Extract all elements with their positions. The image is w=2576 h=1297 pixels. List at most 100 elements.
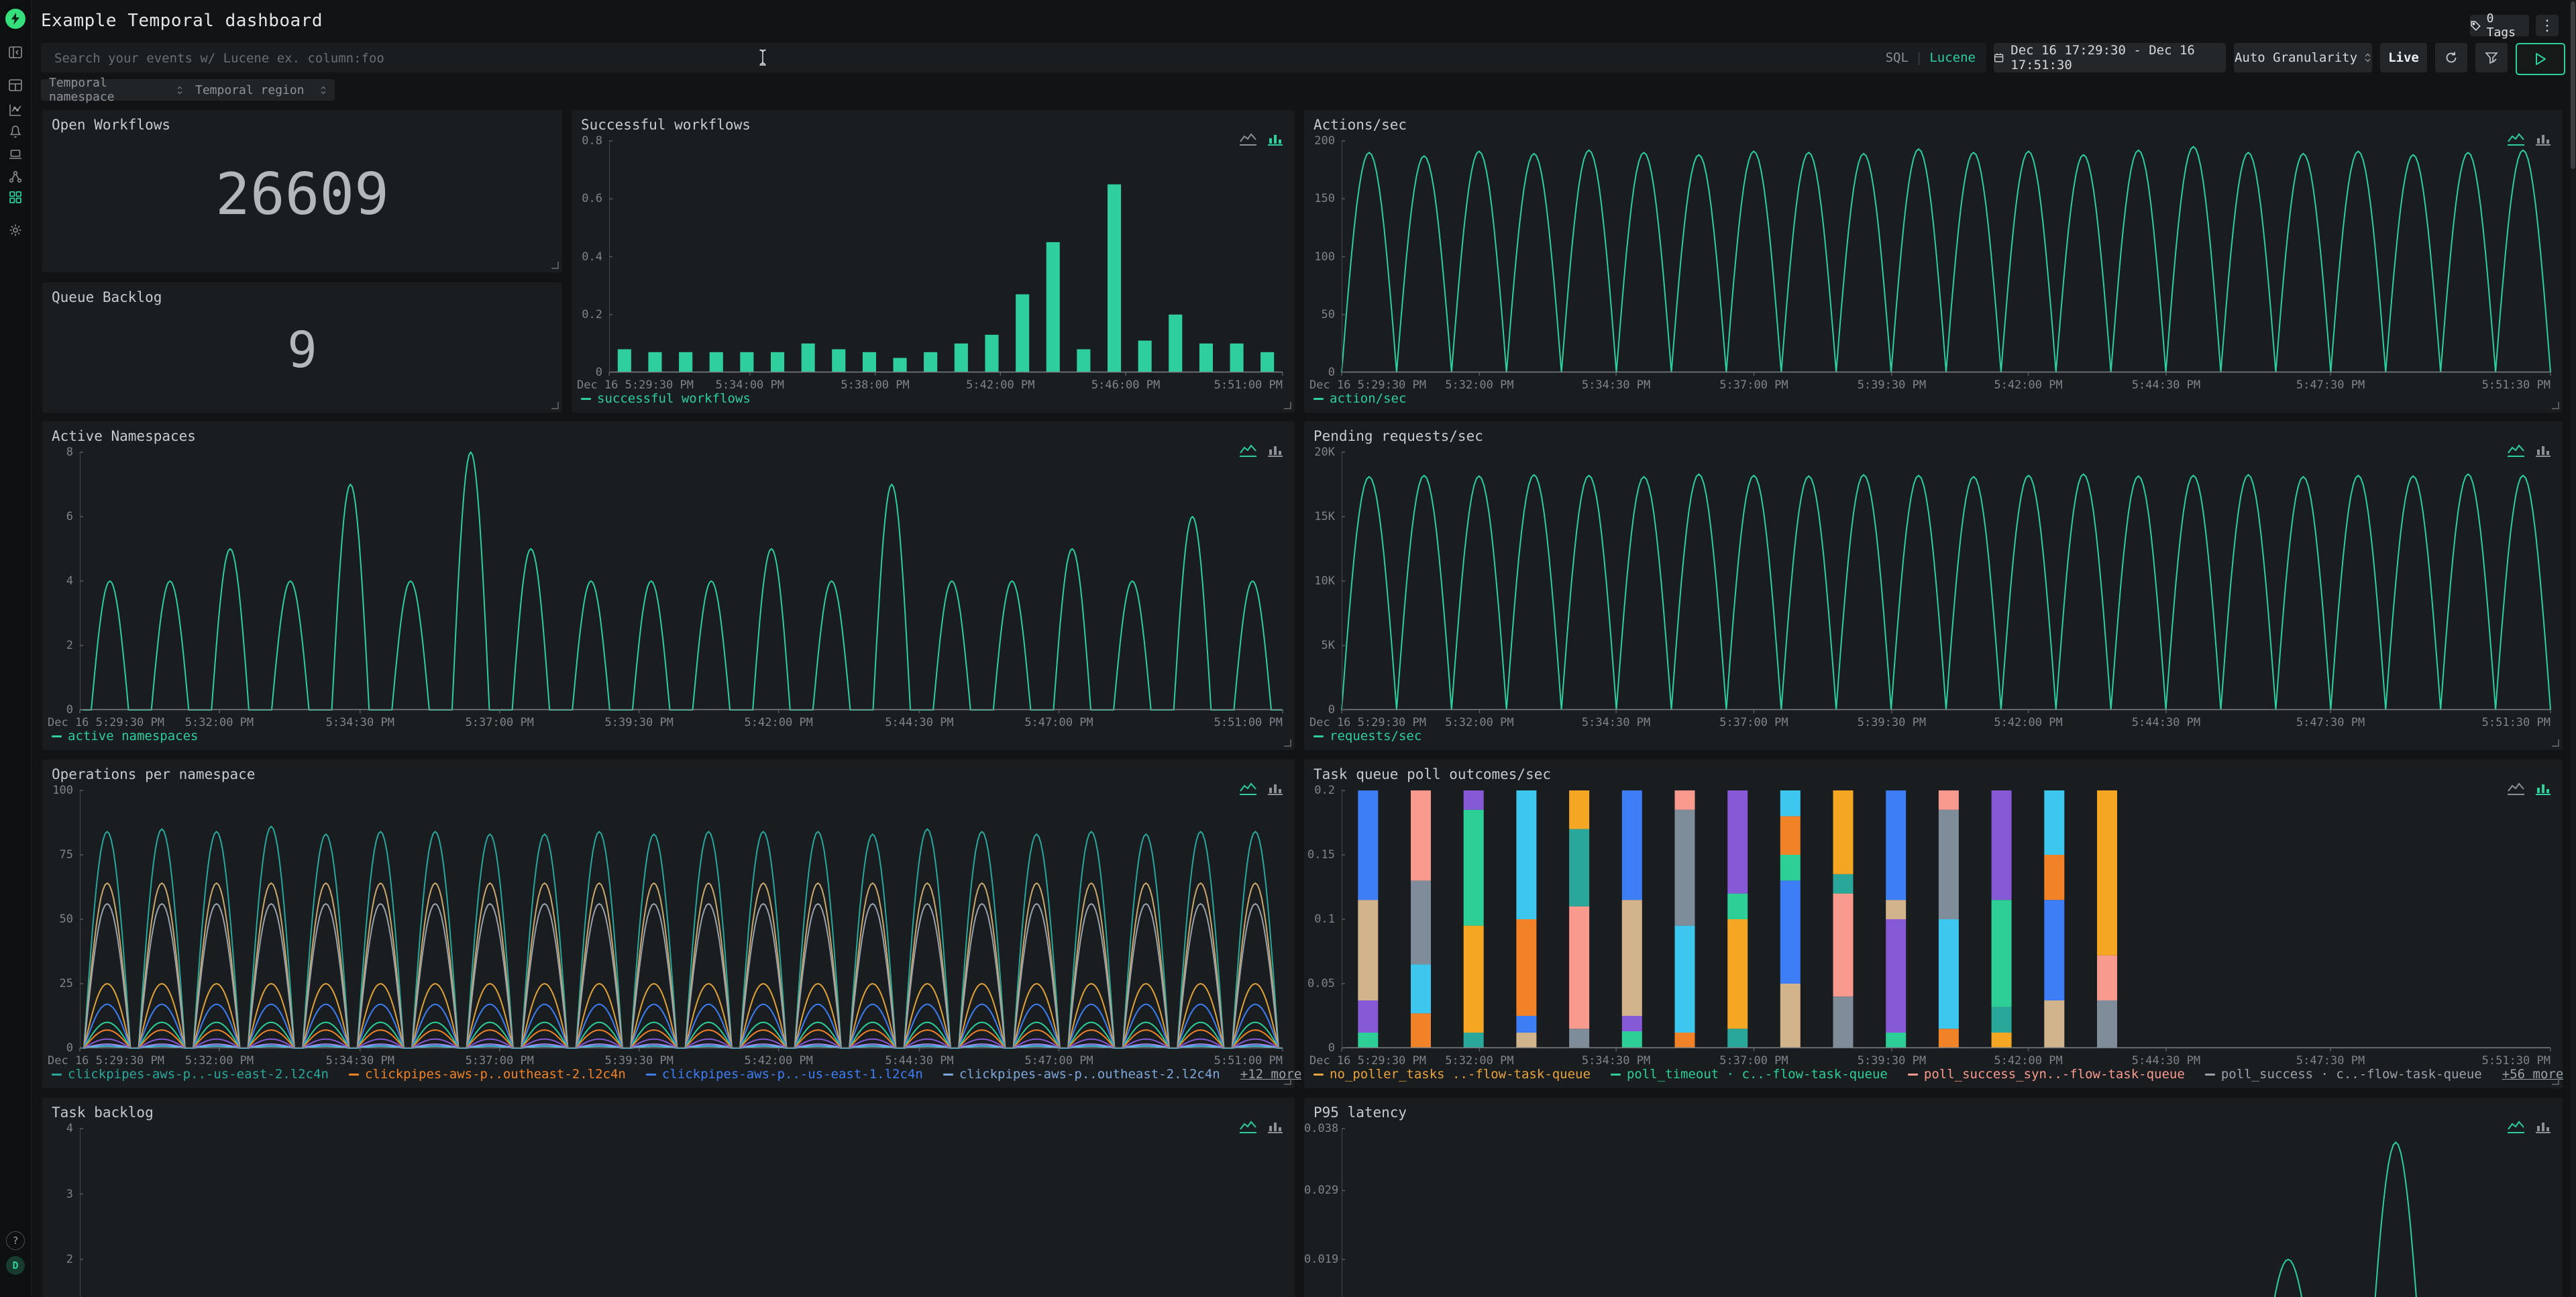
help-button[interactable]: ? bbox=[6, 1231, 25, 1250]
sql-mode-button[interactable]: SQL bbox=[1886, 50, 1909, 65]
y-axis-label: 75 bbox=[42, 848, 73, 862]
legend-item[interactable]: poll_success_syn..-flow-task-queue bbox=[1908, 1067, 2185, 1082]
legend-color-dash bbox=[2205, 1074, 2215, 1076]
x-axis-label: 5:51:00 PM bbox=[1214, 716, 1283, 729]
x-axis-label: 5:37:00 PM bbox=[1719, 716, 1788, 729]
legend-label: clickpipes-aws-p..outheast-2.l2c4n bbox=[365, 1067, 626, 1082]
y-axis-label: 0.2 bbox=[572, 308, 602, 321]
legend-item[interactable]: successful workflows bbox=[581, 391, 751, 406]
chart-canvas bbox=[1342, 790, 2551, 1052]
legend-color-dash bbox=[581, 398, 591, 400]
graph-nodes-icon[interactable] bbox=[7, 168, 24, 186]
collapse-panel-icon[interactable] bbox=[7, 44, 24, 61]
x-axis-label: 5:42:00 PM bbox=[745, 1054, 813, 1068]
sidebar: ? D bbox=[0, 0, 32, 1297]
y-axis-label: 0.038 bbox=[1304, 1122, 1335, 1135]
sort-arrows-icon bbox=[176, 85, 183, 95]
panel-title: Successful workflows bbox=[581, 117, 751, 133]
laptop-icon[interactable] bbox=[7, 146, 24, 163]
sort-arrows-icon bbox=[320, 85, 327, 95]
granularity-select[interactable]: Auto Granularity bbox=[2234, 43, 2372, 72]
legend-item[interactable]: clickpipes-aws-p..-us-east-2.l2c4n bbox=[52, 1067, 329, 1082]
legend-color-dash bbox=[349, 1074, 359, 1076]
panel-pending-requests: Pending requests/sec20K15K10K5K0Dec 16 5… bbox=[1304, 421, 2563, 750]
x-axis-label: 5:32:00 PM bbox=[185, 1054, 254, 1068]
filter-chip-temporal-namespace[interactable]: Temporal namespace bbox=[41, 79, 191, 101]
x-axis-label: 5:34:30 PM bbox=[1582, 378, 1650, 392]
panel-resize-handle[interactable] bbox=[551, 262, 559, 269]
legend-item[interactable]: clickpipes-aws-p..-us-east-1.l2c4n bbox=[646, 1067, 923, 1082]
date-range-button[interactable]: Dec 16 17:29:30 - Dec 16 17:51:30 bbox=[1994, 43, 2226, 72]
dashboard-icon[interactable] bbox=[7, 189, 24, 206]
chart-canvas bbox=[80, 790, 1283, 1052]
table-icon[interactable] bbox=[7, 76, 24, 94]
chart-legend: clickpipes-aws-p..-us-east-2.l2c4n clickp… bbox=[52, 1067, 1301, 1082]
chart-canvas bbox=[609, 141, 1283, 376]
legend-color-dash bbox=[1313, 398, 1324, 400]
kebab-menu-button[interactable]: ⋮ bbox=[2536, 15, 2559, 36]
scrollbar-thumb[interactable] bbox=[2571, 1, 2575, 169]
legend-label: poll_success_syn..-flow-task-queue bbox=[1924, 1067, 2185, 1082]
stat-value: 26609 bbox=[215, 161, 389, 228]
y-axis-label: 0.029 bbox=[1304, 1184, 1335, 1197]
filter-funnel-icon bbox=[2484, 50, 2499, 65]
legend-label: no_poller_tasks ..-flow-task-queue bbox=[1330, 1067, 1591, 1082]
legend-item[interactable]: poll_timeout · c..-flow-task-queue bbox=[1611, 1067, 1888, 1082]
x-axis-label: Dec 16 5:29:30 PM bbox=[1309, 378, 1426, 392]
panel-resize-handle[interactable] bbox=[2552, 402, 2559, 409]
tags-button[interactable]: 0 Tags bbox=[2470, 15, 2529, 36]
y-axis-label: 0.019 bbox=[1304, 1253, 1335, 1266]
app-logo-icon[interactable] bbox=[5, 9, 25, 29]
chart-icon[interactable] bbox=[7, 101, 24, 119]
run-query-button[interactable] bbox=[2516, 43, 2565, 75]
settings-gear-icon[interactable] bbox=[7, 221, 24, 239]
legend-item[interactable]: active namespaces bbox=[52, 729, 198, 743]
x-axis-label: 5:51:00 PM bbox=[1214, 378, 1283, 392]
y-axis-label: 4 bbox=[42, 1122, 73, 1135]
legend-item[interactable]: clickpipes-aws-p..outheast-2.l2c4n bbox=[943, 1067, 1220, 1082]
chip-label: Temporal region bbox=[195, 83, 311, 97]
chart-legend: action/sec bbox=[1313, 391, 1406, 406]
lucene-mode-button[interactable]: Lucene bbox=[1929, 50, 1976, 65]
panel-resize-handle[interactable] bbox=[1284, 402, 1291, 409]
panel-resize-handle[interactable] bbox=[1284, 739, 1291, 747]
legend-item[interactable]: poll_success · c..-flow-task-queue bbox=[2205, 1067, 2482, 1082]
x-axis-label: 5:39:30 PM bbox=[605, 1054, 674, 1068]
legend-more-link[interactable]: +12 more bbox=[1240, 1067, 1302, 1082]
live-button[interactable]: Live bbox=[2380, 43, 2427, 72]
x-axis-label: 5:37:00 PM bbox=[1719, 1054, 1788, 1068]
chart-legend: requests/sec bbox=[1313, 729, 1421, 743]
legend-color-dash bbox=[52, 1074, 62, 1076]
refresh-button[interactable] bbox=[2435, 43, 2467, 72]
legend-item[interactable]: no_poller_tasks ..-flow-task-queue bbox=[1313, 1067, 1591, 1082]
panel-resize-handle[interactable] bbox=[2552, 739, 2559, 747]
legend-item[interactable]: clickpipes-aws-p..outheast-2.l2c4n bbox=[349, 1067, 626, 1082]
y-axis-label: 0.8 bbox=[572, 134, 602, 148]
x-axis-label: 5:47:00 PM bbox=[1024, 716, 1093, 729]
x-axis-label: 5:39:30 PM bbox=[605, 716, 674, 729]
select-arrows-icon bbox=[2364, 52, 2371, 63]
legend-color-dash bbox=[1611, 1074, 1621, 1076]
panel-resize-handle[interactable] bbox=[2552, 1078, 2559, 1085]
legend-label: clickpipes-aws-p..outheast-2.l2c4n bbox=[959, 1067, 1220, 1082]
x-axis-label: 5:44:30 PM bbox=[885, 1054, 953, 1068]
filter-button[interactable] bbox=[2475, 43, 2508, 72]
bell-icon[interactable] bbox=[7, 123, 24, 140]
x-axis-label: 5:51:30 PM bbox=[2482, 378, 2551, 392]
search-input[interactable] bbox=[53, 43, 1800, 74]
panel-title: Task queue poll outcomes/sec bbox=[1313, 766, 1551, 782]
x-axis-label: 5:32:00 PM bbox=[1445, 1054, 1513, 1068]
x-axis-label: Dec 16 5:29:30 PM bbox=[577, 378, 694, 392]
filter-chip-temporal-region[interactable]: Temporal region bbox=[187, 79, 335, 101]
x-axis-label: 5:46:00 PM bbox=[1091, 378, 1160, 392]
panel-title: P95 latency bbox=[1313, 1104, 1407, 1121]
legend-label: requests/sec bbox=[1330, 729, 1421, 743]
x-axis-label: 5:47:00 PM bbox=[1024, 1054, 1093, 1068]
y-axis-label: 100 bbox=[1304, 250, 1335, 264]
panel-resize-handle[interactable] bbox=[1284, 1078, 1291, 1085]
legend-item[interactable]: requests/sec bbox=[1313, 729, 1421, 743]
legend-item[interactable]: action/sec bbox=[1313, 391, 1406, 406]
y-axis-label: 15K bbox=[1304, 510, 1335, 523]
panel-resize-handle[interactable] bbox=[551, 402, 559, 409]
user-avatar[interactable]: D bbox=[6, 1256, 25, 1275]
